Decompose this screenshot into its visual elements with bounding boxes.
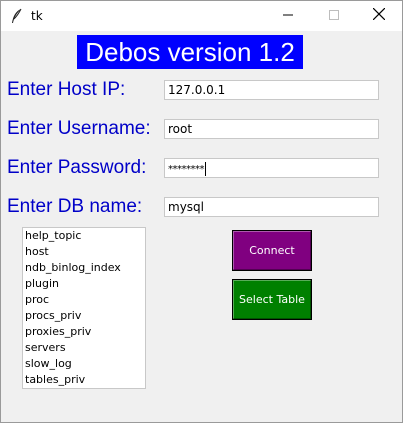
minimize-button[interactable]: [265, 1, 311, 31]
tables-listbox[interactable]: help_topic host ndb_binlog_index plugin …: [22, 227, 146, 389]
username-input[interactable]: root: [164, 119, 379, 139]
password-value: ********: [168, 164, 205, 175]
list-item[interactable]: host: [23, 244, 145, 260]
host-ip-label: Enter Host IP:: [7, 79, 126, 100]
tk-feather-icon: [10, 8, 24, 24]
close-button[interactable]: [356, 1, 402, 31]
host-ip-input[interactable]: 127.0.0.1: [164, 80, 379, 100]
list-item[interactable]: proc: [23, 292, 145, 308]
window-title: tk: [31, 9, 43, 23]
connect-button[interactable]: Connect: [232, 230, 312, 271]
select-table-button[interactable]: Select Table: [232, 279, 312, 320]
list-item[interactable]: help_topic: [23, 228, 145, 244]
db-name-label: Enter DB name:: [7, 196, 143, 217]
db-name-input[interactable]: mysql: [164, 197, 379, 217]
list-item[interactable]: tables_priv: [23, 372, 145, 388]
list-item[interactable]: plugin: [23, 276, 145, 292]
title-bar[interactable]: tk: [1, 1, 402, 31]
username-value: root: [168, 122, 193, 136]
app-window: tk Debos version 1.2 Enter Host IP: 127.…: [0, 0, 403, 423]
username-label: Enter Username:: [7, 118, 151, 139]
maximize-icon: [329, 7, 339, 25]
list-item[interactable]: slow_log: [23, 356, 145, 372]
maximize-button[interactable]: [311, 1, 357, 31]
minimize-icon: [283, 7, 293, 25]
password-input[interactable]: ********: [164, 158, 379, 178]
password-label: Enter Password:: [7, 157, 147, 178]
host-ip-value: 127.0.0.1: [168, 83, 226, 97]
list-item[interactable]: procs_priv: [23, 308, 145, 324]
list-item[interactable]: servers: [23, 340, 145, 356]
list-item[interactable]: ndb_binlog_index: [23, 260, 145, 276]
text-cursor: [205, 161, 206, 176]
app-heading: Debos version 1.2: [77, 35, 303, 69]
list-item[interactable]: proxies_priv: [23, 324, 145, 340]
db-name-value: mysql: [168, 200, 204, 214]
close-icon: [372, 7, 386, 25]
